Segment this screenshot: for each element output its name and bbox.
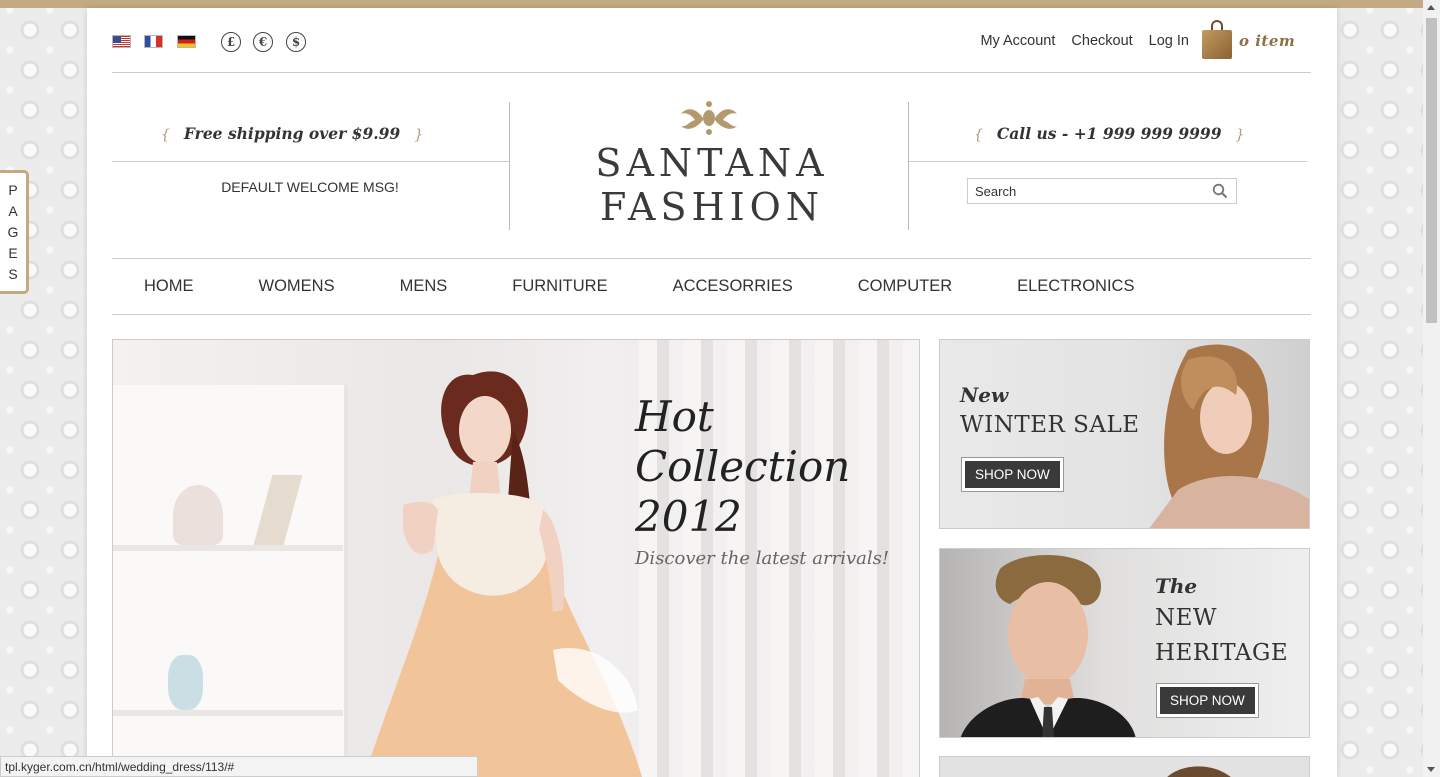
- main-nav: HOME WOMENS MENS FURNITURE ACCESORRIES C…: [112, 258, 1311, 315]
- divider: [112, 314, 1311, 315]
- brace-close: }: [1235, 127, 1245, 143]
- top-accent-bar: [0, 0, 1423, 8]
- checkout-link[interactable]: Checkout: [1071, 33, 1132, 49]
- free-shipping-text: Free shipping over $9.99: [183, 124, 401, 143]
- man-model-image: [960, 555, 1136, 737]
- divider: [112, 161, 509, 162]
- nav-accessories[interactable]: ACCESORRIES: [673, 277, 793, 296]
- page-container: £ € $ My Account Checkout Log In o item …: [87, 8, 1337, 777]
- nav-womens[interactable]: WOMENS: [259, 277, 335, 296]
- vertical-scrollbar[interactable]: [1423, 0, 1440, 777]
- banner-2-headline-line-1: NEW: [1155, 605, 1218, 631]
- my-account-link[interactable]: My Account: [980, 33, 1055, 49]
- divider: [908, 102, 909, 230]
- shelf-image: [113, 385, 348, 777]
- hero-title: Hot Collection 2012: [635, 392, 850, 542]
- pages-tab-letter: P: [8, 182, 18, 198]
- call-us-text: Call us - +1 999 999 9999: [996, 124, 1222, 143]
- pages-tab-letter: G: [7, 224, 19, 240]
- logo-line-2: FASHION: [599, 185, 825, 229]
- hero-title-line-3: 2012: [635, 492, 742, 541]
- nav-home[interactable]: HOME: [144, 277, 194, 296]
- banner-1-headline: WINTER SALE: [960, 412, 1140, 438]
- pages-tab-letter: S: [8, 266, 18, 282]
- flag-fr-icon[interactable]: [144, 35, 163, 48]
- currency-eur-button[interactable]: €: [253, 32, 273, 52]
- nav-mens[interactable]: MENS: [400, 277, 448, 296]
- pages-tab-letter: E: [8, 245, 18, 261]
- log-in-link[interactable]: Log In: [1149, 33, 1189, 49]
- divider: [509, 102, 510, 230]
- divider: [112, 72, 1311, 73]
- hero-title-line-2: Collection: [635, 442, 851, 491]
- scroll-up-arrow-icon[interactable]: [1427, 5, 1435, 10]
- call-us-promo: { Call us - +1 999 999 9999}: [960, 124, 1258, 143]
- brace-open: {: [974, 127, 983, 143]
- nav-furniture[interactable]: FURNITURE: [512, 277, 607, 296]
- banner-1-shop-now-button[interactable]: SHOP NOW: [961, 457, 1064, 492]
- hero-subtitle: Discover the latest arrivals!: [635, 548, 890, 569]
- banner-2-kicker: The: [1155, 574, 1198, 598]
- brace-open: {: [161, 127, 170, 143]
- divider: [909, 161, 1307, 162]
- nav-computer[interactable]: COMPUTER: [858, 277, 952, 296]
- search-icon[interactable]: [1212, 183, 1228, 199]
- free-shipping-promo: { Free shipping over $9.99}: [147, 124, 437, 143]
- site-logo[interactable]: SANTANA FASHION: [592, 141, 832, 229]
- pages-tab[interactable]: P A G E S: [0, 170, 29, 294]
- shopping-bag-icon[interactable]: [1202, 20, 1234, 60]
- third-banner[interactable]: [939, 756, 1310, 777]
- model-image: [364, 371, 643, 777]
- hero-slider[interactable]: Hot Collection 2012 Discover the latest …: [112, 339, 920, 777]
- cart-count[interactable]: o item: [1239, 32, 1295, 50]
- woman-model-image: [1149, 344, 1309, 528]
- banner-2-headline-line-2: HERITAGE: [1155, 640, 1289, 666]
- currency-gbp-button[interactable]: £: [221, 32, 241, 52]
- flag-us-icon[interactable]: [112, 35, 131, 48]
- banner-1-kicker: New: [960, 383, 1009, 407]
- banner-2-shop-now-button[interactable]: SHOP NOW: [1156, 683, 1259, 718]
- model-image: [1167, 766, 1231, 777]
- scroll-thumb[interactable]: [1426, 18, 1437, 323]
- logo-line-1: SANTANA: [595, 141, 829, 185]
- brace-close: }: [414, 127, 424, 143]
- top-links: My Account Checkout Log In: [980, 33, 1189, 49]
- currency-usd-button[interactable]: $: [286, 32, 306, 52]
- pages-tab-letter: A: [8, 203, 18, 219]
- logo-ornament-icon: [681, 101, 737, 135]
- search-box: [967, 178, 1237, 204]
- new-heritage-banner[interactable]: The NEW HERITAGE SHOP NOW: [939, 548, 1310, 738]
- welcome-message: DEFAULT WELCOME MSG!: [221, 179, 399, 195]
- flag-de-icon[interactable]: [177, 35, 196, 48]
- search-input[interactable]: [968, 179, 1203, 203]
- hero-title-line-1: Hot: [635, 392, 714, 441]
- winter-sale-banner[interactable]: New WINTER SALE SHOP NOW: [939, 339, 1310, 529]
- nav-electronics[interactable]: ELECTRONICS: [1017, 277, 1134, 296]
- browser-status-bar: tpl.kyger.com.cn/html/wedding_dress/113/…: [0, 756, 478, 777]
- scroll-down-arrow-icon[interactable]: [1427, 767, 1435, 772]
